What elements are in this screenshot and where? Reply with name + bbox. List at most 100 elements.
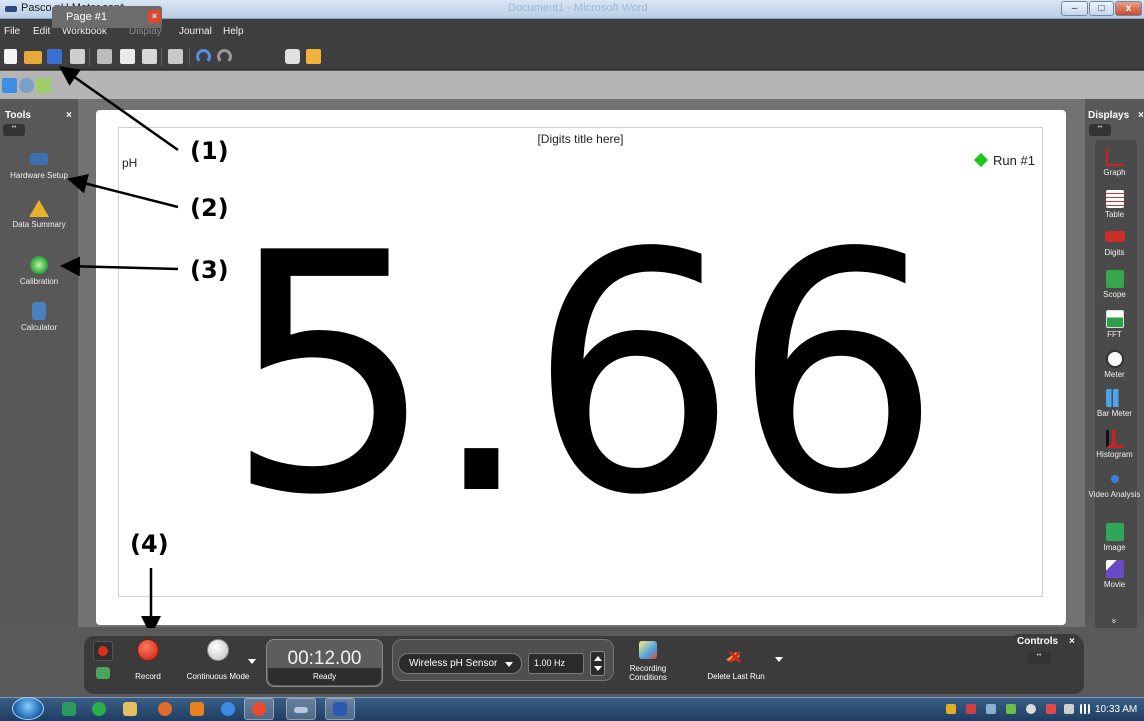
sample-rate-stepper[interactable] (590, 651, 605, 676)
keep-data-icon[interactable] (96, 667, 110, 679)
display-video-analysis[interactable]: Video Analysis (1085, 470, 1144, 499)
display-scope[interactable]: Scope (1085, 270, 1144, 299)
displays-more-icon[interactable]: » (1110, 618, 1120, 623)
undo-icon[interactable] (196, 49, 211, 64)
task-app-icon[interactable] (62, 702, 76, 716)
copy-icon[interactable] (120, 49, 135, 64)
task-app-icon[interactable] (158, 702, 172, 716)
recording-conditions-icon[interactable] (639, 641, 657, 659)
display-bar-meter[interactable]: Bar Meter (1085, 389, 1144, 418)
delete-last-run-label: Delete Last Run (707, 672, 765, 681)
tray-icon[interactable] (946, 704, 956, 714)
digits-title[interactable]: [Digits title here] (118, 132, 1043, 146)
controls-panel-close-icon[interactable]: × (1069, 636, 1075, 647)
tray-icon[interactable] (966, 704, 976, 714)
display-label: Table (1104, 210, 1125, 219)
mode-label: Continuous Mode (186, 672, 250, 681)
calculator-icon (32, 302, 46, 320)
start-button[interactable] (12, 697, 44, 720)
stepper-up-icon[interactable] (594, 656, 602, 661)
bar-meter-icon (1105, 389, 1124, 407)
tool-label: Calculator (20, 323, 57, 332)
signal-icon[interactable] (1080, 704, 1090, 714)
display-label: Video Analysis (1088, 490, 1141, 499)
stepper-down-icon[interactable] (594, 666, 602, 671)
open-folder-icon[interactable] (24, 51, 42, 64)
menu-journal[interactable]: Journal (179, 26, 212, 37)
toggle-panels-icon[interactable] (2, 78, 17, 93)
display-image[interactable]: Image (1085, 523, 1144, 552)
title-bar: Pasco pH Meter.cap* Document1 - Microsof… (0, 0, 1144, 19)
add-page-icon[interactable] (36, 78, 51, 93)
tray-icon[interactable] (986, 704, 996, 714)
settings-icon[interactable] (19, 78, 34, 93)
tray-icon[interactable] (1064, 704, 1074, 714)
tool-data-summary[interactable]: Data Summary (0, 200, 78, 229)
display-movie[interactable]: Movie (1085, 560, 1144, 589)
tools-panel-dots[interactable]: •• (3, 124, 25, 136)
word-icon[interactable] (333, 702, 347, 716)
tool-calibration[interactable]: Calibration (0, 256, 78, 286)
action-center-icon[interactable] (1046, 704, 1056, 714)
cut-icon[interactable] (97, 49, 112, 64)
toolbar-separator (89, 48, 90, 66)
display-meter[interactable]: Meter (1085, 350, 1144, 379)
chrome-icon[interactable] (252, 702, 266, 716)
close-window-button[interactable]: x (1115, 1, 1142, 16)
video-analysis-icon (1105, 470, 1124, 488)
continuous-mode-icon[interactable] (207, 639, 229, 661)
scope-icon (1105, 270, 1124, 288)
page-tab-strip (0, 71, 1144, 99)
tool-hardware-setup[interactable]: Hardware Setup (0, 150, 78, 180)
quick-record-icon[interactable] (93, 641, 113, 661)
tools-panel-close-icon[interactable]: × (66, 110, 72, 121)
minimize-button[interactable]: – (1061, 1, 1088, 16)
display-label: Image (1103, 543, 1126, 552)
menu-help[interactable]: Help (223, 26, 244, 37)
new-file-icon[interactable] (4, 49, 17, 64)
internet-explorer-icon[interactable] (221, 702, 235, 716)
display-histogram[interactable]: Histogram (1085, 430, 1144, 459)
redo-icon[interactable] (217, 49, 232, 64)
journal-icon[interactable] (306, 49, 321, 64)
menu-file[interactable]: File (4, 26, 20, 37)
data-summary-icon (29, 200, 49, 217)
display-fft[interactable]: FFT (1085, 310, 1144, 339)
recording-conditions-label: Recording Conditions (629, 664, 667, 682)
chevron-down-icon (505, 662, 513, 667)
paste-icon[interactable] (142, 49, 157, 64)
display-table[interactable]: Table (1085, 190, 1144, 219)
fft-icon (1105, 310, 1124, 328)
sample-rate-field[interactable]: 1.00 Hz (528, 653, 584, 674)
delete-icon[interactable] (168, 49, 183, 64)
run-label[interactable]: Run #1 (993, 153, 1035, 168)
annotation-4: (4) (130, 530, 169, 558)
display-digits[interactable]: Digits (1085, 231, 1144, 257)
tools-panel-title: Tools (5, 110, 31, 121)
menu-edit[interactable]: Edit (33, 26, 50, 37)
task-app-icon[interactable] (92, 702, 106, 716)
displays-panel-dots[interactable]: •• (1089, 124, 1111, 136)
delete-last-run-icon[interactable] (724, 648, 744, 664)
menu-bar: File Edit Workbook Display Journal Help (0, 19, 1144, 44)
record-button[interactable] (137, 639, 159, 661)
volume-icon[interactable] (1026, 704, 1036, 714)
tool-calculator[interactable]: Calculator (0, 302, 78, 332)
measurement-label[interactable]: pH (122, 156, 137, 170)
save-icon[interactable] (47, 49, 62, 64)
displays-panel-close-icon[interactable]: × (1138, 110, 1144, 121)
controls-panel-dots[interactable]: •• (1028, 652, 1050, 664)
file-explorer-icon[interactable] (123, 702, 137, 716)
task-app-icon[interactable] (190, 702, 204, 716)
capstone-icon[interactable] (294, 707, 308, 713)
display-graph[interactable]: Graph (1085, 148, 1144, 177)
network-icon[interactable] (1006, 704, 1016, 714)
maximize-button[interactable]: □ (1089, 1, 1114, 16)
tab-close-icon[interactable]: × (148, 10, 161, 23)
taskbar-clock[interactable]: 10:33 AM (1095, 704, 1137, 715)
print-icon[interactable] (70, 49, 85, 64)
sensor-select[interactable]: Wireless pH Sensor (398, 653, 522, 674)
camera-icon[interactable] (285, 49, 300, 64)
mode-dropdown-icon[interactable] (248, 659, 256, 664)
delete-run-dropdown-icon[interactable] (775, 657, 783, 662)
